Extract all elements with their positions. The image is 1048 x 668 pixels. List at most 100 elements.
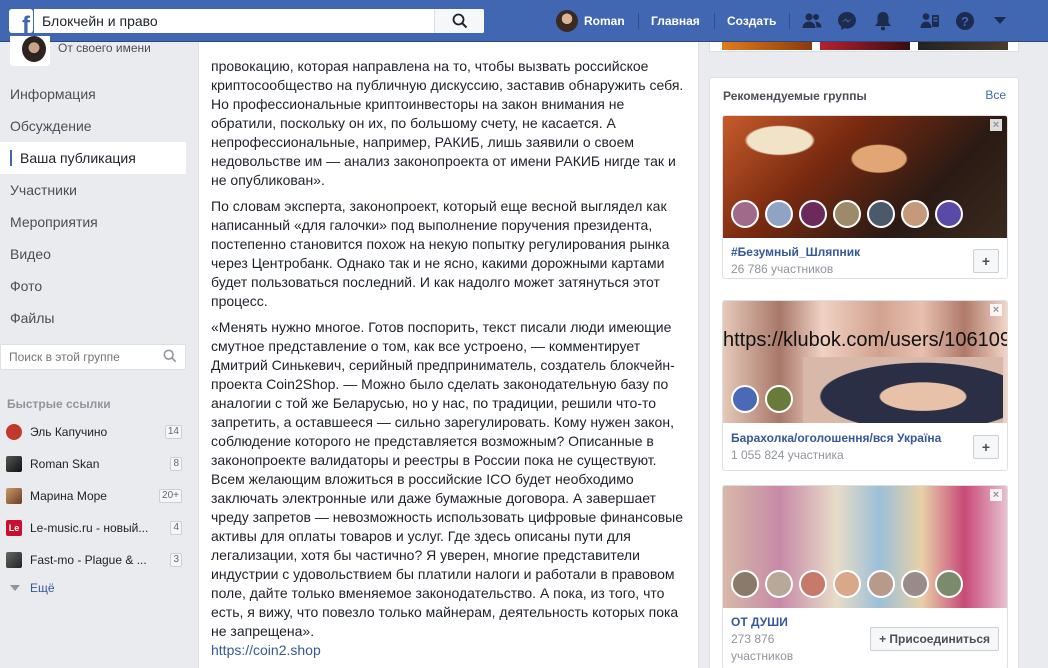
count-badge: 3 [170, 553, 182, 567]
quick-links: Эль Капучино 14 Roman Skan 8 Марина Море… [0, 416, 186, 600]
group-cover-image[interactable]: × [723, 116, 1007, 238]
group-members-label: участников [731, 649, 794, 663]
avatar [731, 200, 759, 228]
sidebar-item-photos[interactable]: Фото [0, 270, 186, 302]
recommended-groups: Рекомендуемые группы Все × #Безумный_Шля… [709, 77, 1019, 668]
group-members: 26 786 участников [731, 262, 834, 276]
nav-divider [714, 13, 715, 29]
sidebar-item-your-post[interactable]: Ваша публикация [0, 142, 186, 174]
group-cover-image[interactable]: × [723, 486, 1007, 608]
group-name[interactable]: Барахолка/оголошення/вся Україна [731, 431, 941, 445]
page-avatar-icon [6, 488, 22, 504]
create-link[interactable]: Создать [727, 0, 776, 42]
avatar [765, 200, 793, 228]
quick-link[interactable]: Fast-mo - Plague & ... 3 [0, 544, 186, 576]
group-members: 1 055 824 участника [731, 448, 844, 462]
quick-link-label: Эль Капучино [30, 425, 108, 439]
group-identity: От своего имени [0, 36, 196, 70]
chevron-down-icon[interactable] [989, 10, 1011, 32]
article-body: провокацию, которая направлена на то, чт… [211, 42, 689, 660]
notifications-icon[interactable] [872, 10, 894, 32]
quick-link[interactable]: Le Le-music.ru - новый... 4 [0, 512, 186, 544]
group-name[interactable]: #Безумный_Шляпник [731, 245, 860, 259]
member-avatars [731, 385, 799, 413]
global-search-input[interactable] [34, 9, 434, 33]
search-icon [452, 13, 467, 29]
sidebar-item-discussion[interactable]: Обсуждение [0, 110, 186, 142]
photo-thumbnail[interactable] [722, 42, 812, 50]
triangle-down-icon [10, 585, 20, 591]
photo-thumbnail[interactable] [918, 42, 1008, 50]
avatar [901, 200, 929, 228]
top-navigation-bar: f Roman Главная Создать ? [0, 0, 1048, 42]
sidebar-item-video[interactable]: Видео [0, 238, 186, 270]
home-link[interactable]: Главная [651, 0, 700, 42]
quick-link-label: Le-music.ru - новый... [30, 521, 149, 535]
messenger-icon[interactable] [836, 10, 858, 32]
profile-link[interactable]: Roman [556, 0, 625, 42]
sidebar-item-info[interactable]: Информация [0, 78, 186, 110]
group-card: × ОТ ДУШИ 273 876 участников + Присоедин… [722, 485, 1008, 668]
article-paragraph-cut [211, 42, 689, 50]
search-button[interactable] [434, 9, 484, 33]
count-badge: 4 [170, 521, 182, 535]
group-menu: Информация Обсуждение Ваша публикация Уч… [0, 78, 186, 334]
count-badge: 20+ [159, 489, 182, 503]
quick-link[interactable]: Roman Skan 8 [0, 448, 186, 480]
count-badge: 14 [164, 425, 182, 439]
sidebar-item-events[interactable]: Мероприятия [0, 206, 186, 238]
quick-link-label: Fast-mo - Plague & ... [30, 553, 147, 567]
cover-photo-detail [803, 357, 1003, 423]
avatar [556, 10, 578, 32]
group-card: × #Безумный_Шляпник 26 786 участников + [722, 115, 1008, 279]
quick-help-icon[interactable] [919, 10, 941, 32]
group-name[interactable]: ОТ ДУШИ [731, 615, 788, 629]
photo-thumbnail[interactable] [820, 42, 910, 50]
close-icon[interactable]: × [990, 119, 1002, 131]
group-search [0, 344, 186, 370]
group-cover-image[interactable]: https://klubok.com/users/1061095 × [723, 301, 1007, 423]
avatar [901, 570, 929, 598]
sidebar-item-members[interactable]: Участники [0, 174, 186, 206]
facebook-logo-icon[interactable]: f [9, 9, 33, 33]
group-search-input[interactable] [1, 345, 151, 369]
global-search [34, 9, 484, 33]
help-icon[interactable]: ? [954, 10, 976, 32]
see-more-label: Ещё [30, 581, 55, 595]
friends-icon[interactable] [801, 10, 823, 32]
join-group-button[interactable]: + [973, 249, 999, 273]
join-group-button[interactable]: + [973, 435, 999, 459]
article-link[interactable]: https://coin2.shop [211, 642, 321, 658]
page-avatar-icon [6, 552, 22, 568]
see-all-link[interactable]: Все [985, 88, 1006, 102]
le-music-logo-icon: Le [6, 520, 22, 536]
identity-avatar[interactable] [10, 36, 50, 66]
avatar [765, 385, 793, 413]
post-content: провокацию, которая направлена на то, чт… [198, 42, 699, 668]
search-icon[interactable] [163, 349, 177, 368]
page-avatar-icon [6, 424, 22, 440]
join-group-button[interactable]: + Присоединиться [870, 627, 999, 651]
article-paragraph: провокацию, которая направлена на то, чт… [211, 58, 684, 188]
close-icon[interactable]: × [990, 304, 1002, 316]
member-avatars [731, 570, 969, 598]
avatar [935, 570, 963, 598]
quick-link[interactable]: Марина Море 20+ [0, 480, 186, 512]
sidebar-item-files[interactable]: Файлы [0, 302, 186, 334]
recommended-groups-title: Рекомендуемые группы [723, 89, 867, 103]
avatar [867, 570, 895, 598]
close-icon[interactable]: × [990, 489, 1002, 501]
avatar [765, 570, 793, 598]
nav-divider [638, 13, 639, 29]
cover-watermark: https://klubok.com/users/1061095 [723, 329, 1007, 351]
see-more-link[interactable]: Ещё [0, 576, 186, 600]
nav-divider [789, 13, 790, 29]
avatar [867, 200, 895, 228]
avatar [935, 200, 963, 228]
quick-link-label: Roman Skan [30, 457, 100, 471]
svg-text:?: ? [961, 14, 969, 29]
quick-link[interactable]: Эль Капучино 14 [0, 416, 186, 448]
avatar [731, 570, 759, 598]
article-paragraph: «Менять нужно многое. Готов поспорить, т… [211, 319, 684, 639]
quick-links-title: Быстрые ссылки [7, 397, 111, 411]
